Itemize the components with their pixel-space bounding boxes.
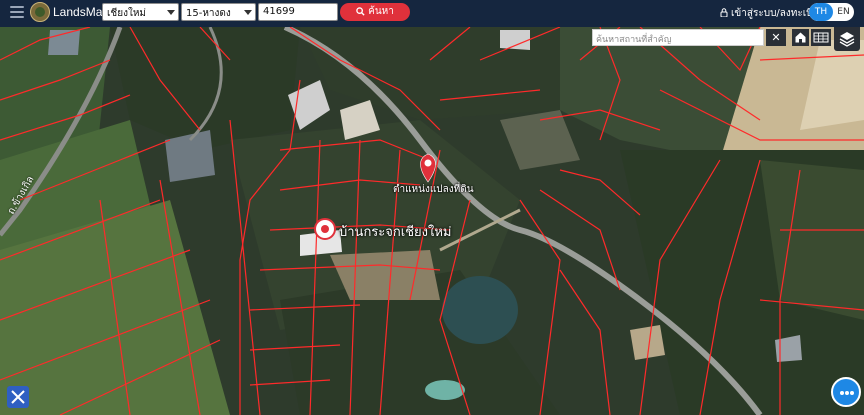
- language-toggle[interactable]: TH EN: [809, 3, 854, 21]
- chevron-down-icon: [167, 10, 175, 15]
- menu-icon[interactable]: [10, 6, 24, 20]
- search-icon: [356, 6, 365, 16]
- district-select-value: 15-หางดง: [186, 8, 231, 19]
- layers-button[interactable]: [834, 27, 860, 51]
- chat-button[interactable]: [831, 377, 861, 407]
- parcel-number-value: 41699: [263, 6, 295, 17]
- place-search-placeholder: ค้นหาสถานที่สำคัญ: [596, 35, 672, 45]
- top-navigation-bar: LandsMaps เชียงใหม่ 15-หางดง 41699 ค้นหา…: [0, 0, 864, 27]
- search-button[interactable]: ค้นหา: [340, 3, 410, 21]
- dot-icon: [840, 391, 844, 395]
- district-select[interactable]: 15-หางดง: [181, 3, 256, 21]
- province-select[interactable]: เชียงใหม่: [102, 3, 179, 21]
- dot-icon: [850, 391, 854, 395]
- dot-icon: [845, 391, 849, 395]
- lock-icon: [720, 8, 728, 18]
- province-select-value: เชียงใหม่: [107, 8, 147, 19]
- ruler-pencil-icon: [11, 390, 25, 404]
- place-search-input[interactable]: ค้นหาสถานที่สำคัญ: [592, 29, 764, 46]
- lang-en-option[interactable]: EN: [833, 3, 854, 21]
- layers-icon: [839, 32, 855, 47]
- parcel-number-input[interactable]: 41699: [258, 3, 338, 21]
- grid-icon: [813, 32, 829, 43]
- clear-search-button[interactable]: ✕: [766, 29, 786, 46]
- search-button-label: ค้นหา: [368, 6, 394, 17]
- parcel-location-label: ตำแหน่งแปลงที่ดิน: [393, 184, 474, 195]
- grid-toggle-button[interactable]: [811, 29, 831, 46]
- app-logo: [30, 2, 50, 22]
- measure-tool-button[interactable]: [7, 386, 29, 408]
- home-icon: [795, 32, 806, 43]
- close-icon: ✕: [771, 31, 781, 44]
- place-marker-icon[interactable]: [314, 218, 336, 240]
- place-label: บ้านกระจกเชียงใหม่: [339, 225, 452, 240]
- lang-th-option[interactable]: TH: [809, 3, 833, 21]
- chevron-down-icon: [244, 10, 252, 15]
- home-button[interactable]: [792, 29, 809, 46]
